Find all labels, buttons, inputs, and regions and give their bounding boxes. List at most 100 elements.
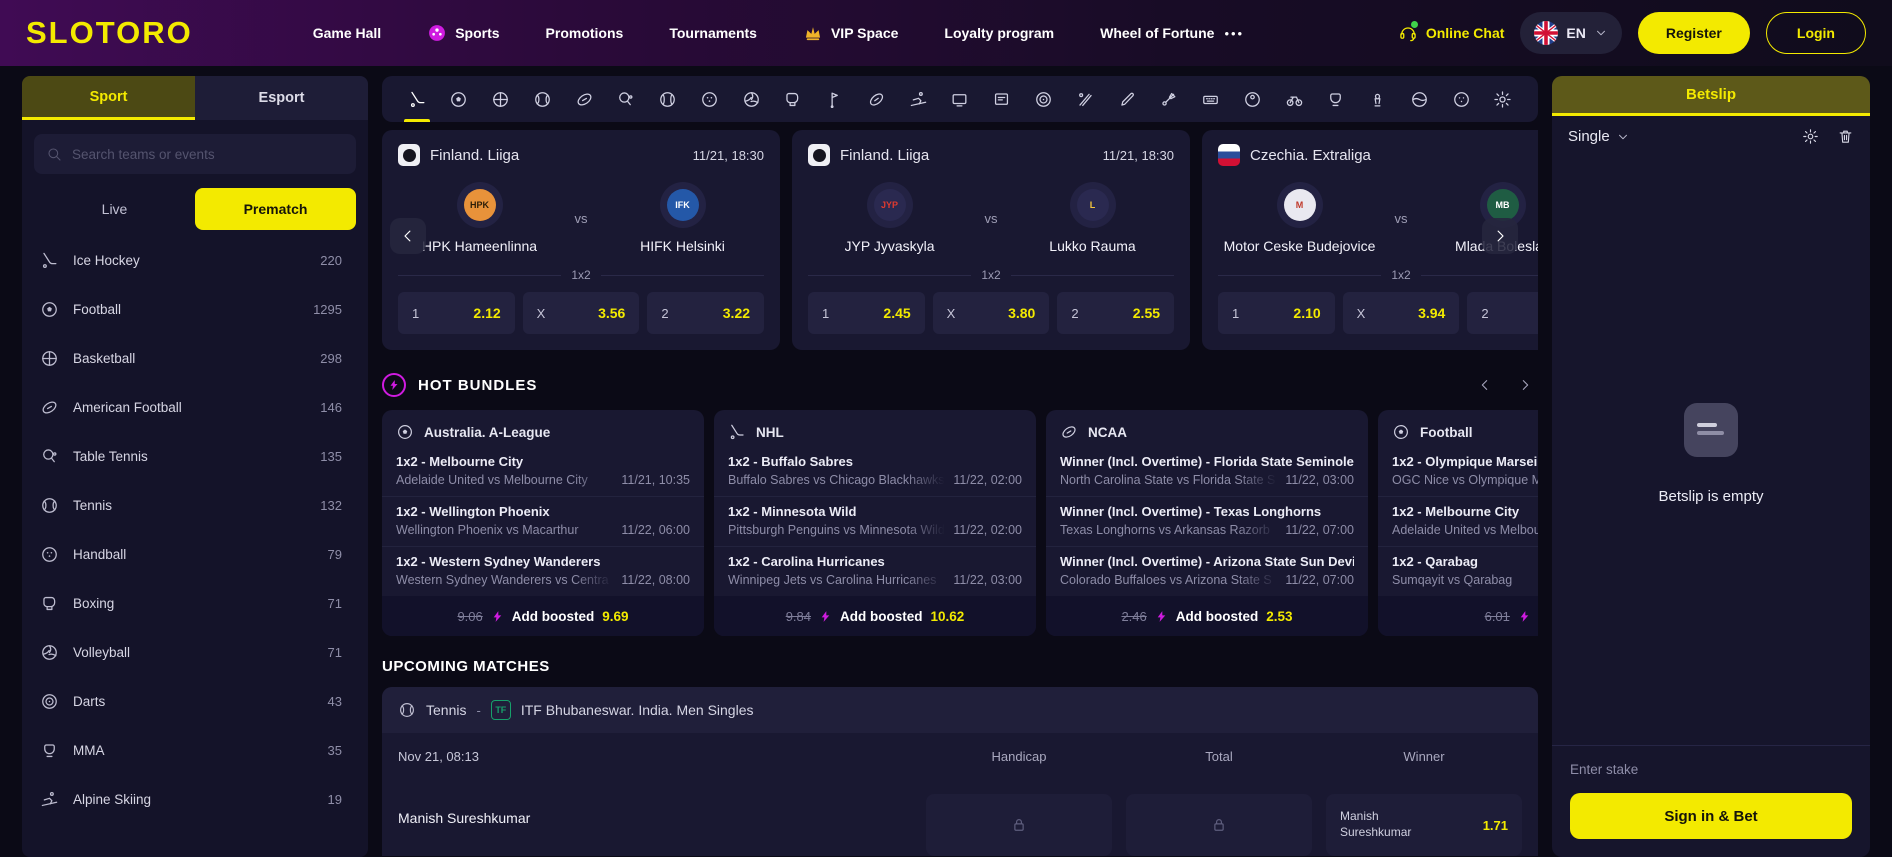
odd-button-x[interactable]: X 3.94 (1343, 292, 1460, 334)
bundle-bet-row[interactable]: 1x2 - Minnesota Wild Pittsburgh Penguins… (714, 497, 1036, 547)
nav-item-tournaments[interactable]: Tournaments (669, 25, 757, 41)
featured-match-card[interactable]: Finland. Liiga 11/21, 18:30 JYP JYP Jyva… (792, 130, 1190, 350)
sidebar-item-american-football[interactable]: American Football 146 (34, 383, 356, 432)
sidebar-item-mma[interactable]: MMA 35 (34, 726, 356, 775)
bundle-bet-row[interactable]: Winner (Incl. Overtime) - Arizona State … (1046, 547, 1368, 596)
filter-rugby-icon[interactable] (859, 76, 893, 122)
odd-button-x[interactable]: X 3.56 (523, 292, 640, 334)
bundle-bet-row[interactable]: Winner (Incl. Overtime) - Florida State … (1046, 447, 1368, 497)
odd-button-2[interactable]: 2 (1467, 292, 1538, 334)
filter-volleyball-icon[interactable] (734, 76, 768, 122)
bundle-bet-row[interactable]: 1x2 - Melbourne City Adelaide United vs … (1378, 497, 1538, 547)
sidebar-tab-sport[interactable]: Sport (22, 76, 195, 120)
uk-flag-icon (1534, 21, 1558, 45)
filter-gear-icon[interactable] (1486, 76, 1520, 122)
filter-cricket-icon[interactable] (1068, 76, 1102, 122)
filter-badminton-icon[interactable] (1152, 76, 1186, 122)
filter-table-tennis-icon[interactable] (609, 76, 643, 122)
match-date: Nov 21, 08:13 (398, 749, 912, 764)
bundles-prev-button[interactable] (1472, 372, 1498, 398)
sidebar-item-volleyball[interactable]: Volleyball 71 (34, 628, 356, 677)
bundle-bet-row[interactable]: 1x2 - Qarabag Sumqayit vs Qarabag (1378, 547, 1538, 596)
mode-prematch[interactable]: Prematch (195, 188, 356, 230)
bundle-bet-row[interactable]: Winner (Incl. Overtime) - Texas Longhorn… (1046, 497, 1368, 547)
upcoming-match-header[interactable]: Tennis - TF ITF Bhubaneswar. India. Men … (382, 687, 1538, 733)
filter-chess-icon[interactable] (1361, 76, 1395, 122)
add-boosted-button[interactable]: 6.01 Add bo (1378, 596, 1538, 636)
online-chat-button[interactable]: Online Chat (1398, 23, 1505, 43)
sidebar-item-ice-hockey[interactable]: Ice Hockey 220 (34, 236, 356, 285)
filter-mma-icon[interactable] (1319, 76, 1353, 122)
odd-button-2[interactable]: 2 2.55 (1057, 292, 1174, 334)
nav-item-loyalty-program[interactable]: Loyalty program (944, 25, 1054, 41)
sidebar-item-football[interactable]: Football 1295 (34, 285, 356, 334)
filter-pencil-icon[interactable] (1110, 76, 1144, 122)
odd-button-1[interactable]: 1 2.10 (1218, 292, 1335, 334)
filter-american-football-icon[interactable] (567, 76, 601, 122)
carousel-prev-button[interactable] (390, 218, 426, 254)
filter-snooker-icon[interactable] (1235, 76, 1269, 122)
bet-mode-dropdown[interactable]: Single (1568, 128, 1630, 145)
login-button[interactable]: Login (1766, 12, 1866, 54)
bundle-bet-row[interactable]: 1x2 - Melbourne City Adelaide United vs … (382, 447, 704, 497)
filter-ice-hockey-icon[interactable] (400, 76, 434, 122)
odd-button-1[interactable]: 1 2.45 (808, 292, 925, 334)
add-boosted-button[interactable]: 9.84 Add boosted 10.62 (714, 596, 1036, 636)
sidebar-item-basketball[interactable]: Basketball 298 (34, 334, 356, 383)
nav-item-game-hall[interactable]: Game Hall (313, 25, 381, 41)
odd-button-x[interactable]: X 3.80 (933, 292, 1050, 334)
sidebar-tab-esport[interactable]: Esport (195, 76, 368, 120)
brand-logo[interactable]: SLOTORO (26, 15, 193, 51)
sidebar-item-tennis[interactable]: Tennis 132 (34, 481, 356, 530)
filter-cycling-icon[interactable] (1277, 76, 1311, 122)
total-locked-cell[interactable] (1126, 794, 1312, 856)
sign-in-and-bet-button[interactable]: Sign in & Bet (1570, 793, 1852, 839)
filter-screen-icon[interactable] (985, 76, 1019, 122)
filter-keyboard-icon[interactable] (1194, 76, 1228, 122)
bundle-bet-row[interactable]: 1x2 - Olympique Marseille OGC Nice vs Ol… (1378, 447, 1538, 497)
add-boosted-button[interactable]: 9.06 Add boosted 9.69 (382, 596, 704, 636)
sidebar-item-darts[interactable]: Darts 43 (34, 677, 356, 726)
filter-golf-icon[interactable] (818, 76, 852, 122)
search-box (34, 134, 356, 174)
filter-waterpolo-icon[interactable] (1402, 76, 1436, 122)
betslip-header-tab[interactable]: Betslip (1552, 76, 1870, 116)
bundle-bet-row[interactable]: 1x2 - Buffalo Sabres Buffalo Sabres vs C… (714, 447, 1036, 497)
bundles-next-button[interactable] (1512, 372, 1538, 398)
sidebar-item-table-tennis[interactable]: Table Tennis 135 (34, 432, 356, 481)
bundle-bet-row[interactable]: 1x2 - Wellington Phoenix Wellington Phoe… (382, 497, 704, 547)
register-button[interactable]: Register (1638, 12, 1750, 54)
nav-item-wheel-of-fortune[interactable]: Wheel of Fortune (1100, 25, 1214, 41)
nav-item-sports[interactable]: Sports (427, 23, 499, 43)
featured-match-card[interactable]: Finland. Liiga 11/21, 18:30 HPK HPK Hame… (382, 130, 780, 350)
filter-tennis-icon[interactable] (525, 76, 559, 122)
filter-darts-icon[interactable] (1026, 76, 1060, 122)
filter-alpine-skiing-icon[interactable] (901, 76, 935, 122)
winner-odds-cell[interactable]: Manish Sureshkumar 1.71 (1326, 794, 1522, 856)
handicap-locked-cell[interactable] (926, 794, 1112, 856)
bundle-bet-row[interactable]: 1x2 - Western Sydney Wanderers Western S… (382, 547, 704, 596)
mode-live[interactable]: Live (34, 188, 195, 230)
language-selector[interactable]: EN (1520, 12, 1621, 54)
filter-floorball-icon[interactable] (1444, 76, 1478, 122)
nav-item-promotions[interactable]: Promotions (546, 25, 624, 41)
filter-tv-icon[interactable] (943, 76, 977, 122)
carousel-next-button[interactable] (1482, 218, 1518, 254)
filter-handball-icon[interactable] (692, 76, 726, 122)
sidebar-item-alpine-skiing[interactable]: Alpine Skiing 19 (34, 775, 356, 824)
trash-icon[interactable] (1837, 128, 1854, 145)
odd-button-2[interactable]: 2 3.22 (647, 292, 764, 334)
odd-button-1[interactable]: 1 2.12 (398, 292, 515, 334)
add-boosted-button[interactable]: 2.46 Add boosted 2.53 (1046, 596, 1368, 636)
bundle-bet-row[interactable]: 1x2 - Carolina Hurricanes Winnipeg Jets … (714, 547, 1036, 596)
search-input[interactable] (72, 147, 344, 162)
sidebar-item-boxing[interactable]: Boxing 71 (34, 579, 356, 628)
nav-item-vip-space[interactable]: VIP Space (803, 23, 898, 43)
more-menu-button[interactable]: ••• (1224, 26, 1244, 41)
gear-icon[interactable] (1802, 128, 1819, 145)
sidebar-item-handball[interactable]: Handball 79 (34, 530, 356, 579)
filter-baseball-icon[interactable] (651, 76, 685, 122)
filter-football-icon[interactable] (442, 76, 476, 122)
filter-basketball-icon[interactable] (484, 76, 518, 122)
filter-boxing-icon[interactable] (776, 76, 810, 122)
